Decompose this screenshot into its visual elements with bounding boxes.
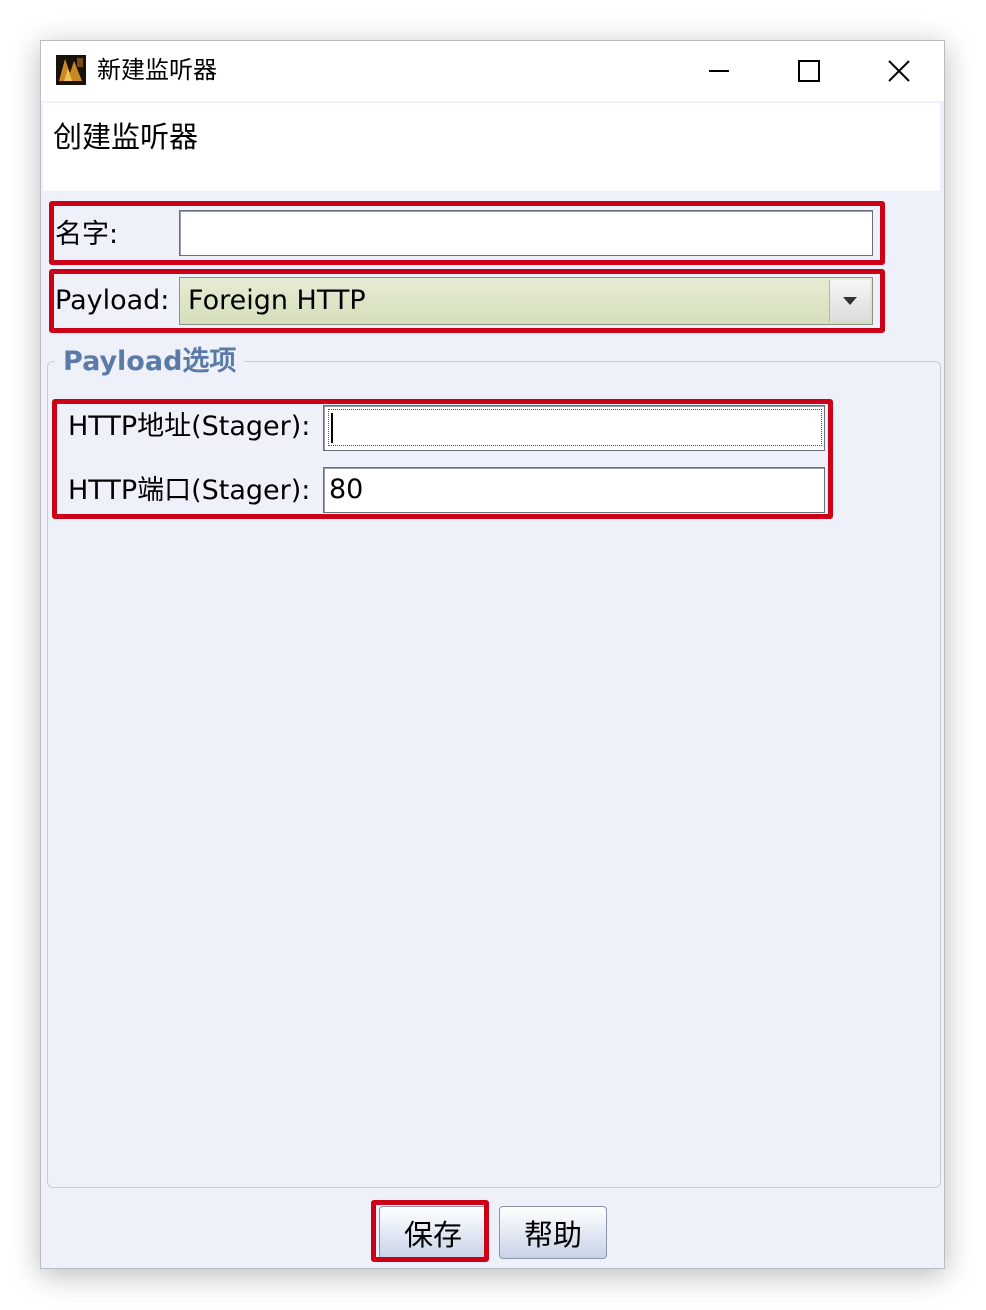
minimize-button[interactable] <box>689 49 749 93</box>
focus-ring <box>328 409 822 446</box>
payload-dropdown-button[interactable] <box>829 280 870 322</box>
close-icon <box>888 60 910 82</box>
title-bar[interactable]: 新建监听器 <box>41 41 944 101</box>
stager-port-value: 80 <box>329 474 364 505</box>
payload-options-title: Payload选项 <box>55 343 245 381</box>
text-caret <box>331 413 333 443</box>
payload-label: Payload: <box>55 285 170 316</box>
minimize-icon <box>709 70 729 72</box>
help-button[interactable]: 帮助 <box>499 1206 607 1259</box>
stager-host-label: HTTP地址(Stager): <box>68 411 311 442</box>
name-input[interactable] <box>179 210 873 256</box>
payload-select[interactable]: Foreign HTTP <box>179 277 873 325</box>
new-listener-dialog: 新建监听器 创建监听器 名字: Payload: Foreign HTTP Pa… <box>40 40 945 1269</box>
save-button[interactable]: 保存 <box>379 1206 487 1259</box>
dialog-heading: 创建监听器 <box>53 120 199 154</box>
dropdown-arrow-icon <box>843 297 857 305</box>
maximize-icon <box>798 60 820 82</box>
payload-selected-value: Foreign HTTP <box>188 285 366 316</box>
close-button[interactable] <box>869 49 929 93</box>
stager-port-label: HTTP端口(Stager): <box>68 475 311 506</box>
stager-port-input[interactable]: 80 <box>323 467 825 513</box>
app-icon <box>56 55 86 85</box>
stager-host-input[interactable] <box>323 405 825 451</box>
name-label: 名字: <box>55 219 119 250</box>
window-title: 新建监听器 <box>97 56 217 84</box>
maximize-button[interactable] <box>779 49 839 93</box>
dialog-header: 创建监听器 <box>43 103 940 191</box>
